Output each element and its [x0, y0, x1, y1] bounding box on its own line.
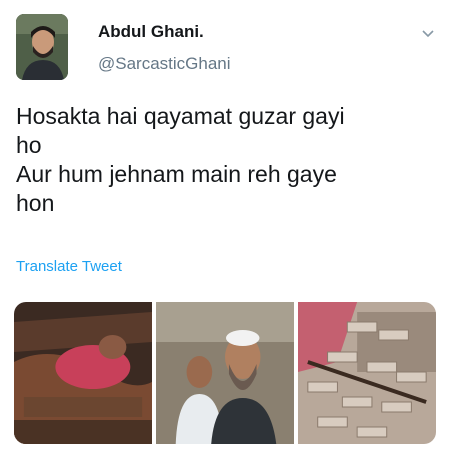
- media-photo-2[interactable]: [156, 302, 294, 444]
- avatar[interactable]: [16, 14, 68, 80]
- tweet-text: Hosakta hai qayamat guzar gayi ho Aur hu…: [16, 103, 345, 216]
- chevron-down-icon[interactable]: [420, 26, 436, 42]
- author-name[interactable]: Abdul Ghani.: [98, 22, 204, 42]
- media-photo-1[interactable]: [14, 302, 152, 444]
- media-photo-3[interactable]: [298, 302, 436, 444]
- tweet-media[interactable]: [14, 302, 436, 444]
- translate-tweet-link[interactable]: Translate Tweet: [16, 258, 122, 275]
- author-handle[interactable]: @SarcasticGhani: [98, 54, 231, 74]
- avatar-image: [16, 14, 68, 80]
